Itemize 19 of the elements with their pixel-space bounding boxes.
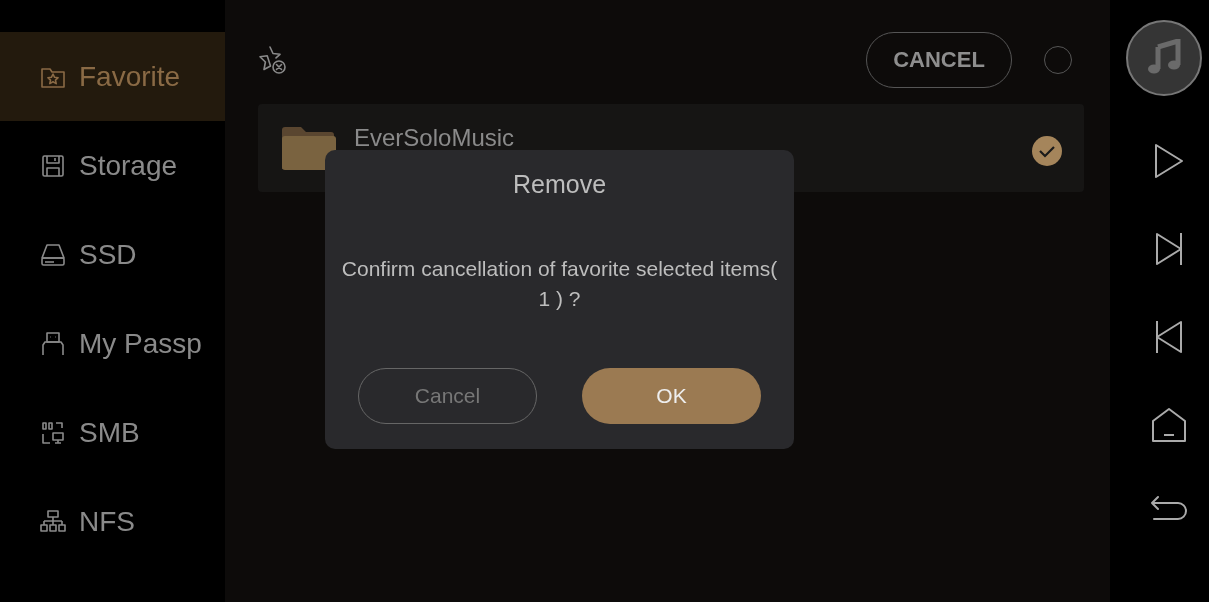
ok-button[interactable]: OK: [582, 368, 761, 424]
sidebar-item[interactable]: Favorite: [0, 32, 225, 121]
drive-icon: [40, 241, 66, 268]
check-icon[interactable]: [1032, 136, 1062, 166]
home-icon[interactable]: [1150, 407, 1187, 443]
skip-previous-icon[interactable]: [1154, 319, 1183, 355]
usb-drive-icon: [40, 330, 66, 357]
network-tree-icon: [40, 508, 66, 535]
network-computer-icon: [40, 419, 66, 446]
sidebar-item[interactable]: Storage: [0, 121, 225, 210]
sidebar-item[interactable]: NFS: [0, 477, 225, 566]
folder-icon: [280, 124, 336, 172]
sidebar-item[interactable]: SSD: [0, 210, 225, 299]
sidebar-item[interactable]: My Passp: [0, 299, 225, 388]
folder-name: EverSoloMusic: [354, 124, 516, 152]
skip-next-icon[interactable]: [1154, 231, 1183, 267]
sidebar-item[interactable]: SMB: [0, 388, 225, 477]
play-icon[interactable]: [1153, 142, 1184, 180]
dialog-message: Confirm cancellation of favorite selected items( 1 ) ?: [340, 256, 779, 312]
